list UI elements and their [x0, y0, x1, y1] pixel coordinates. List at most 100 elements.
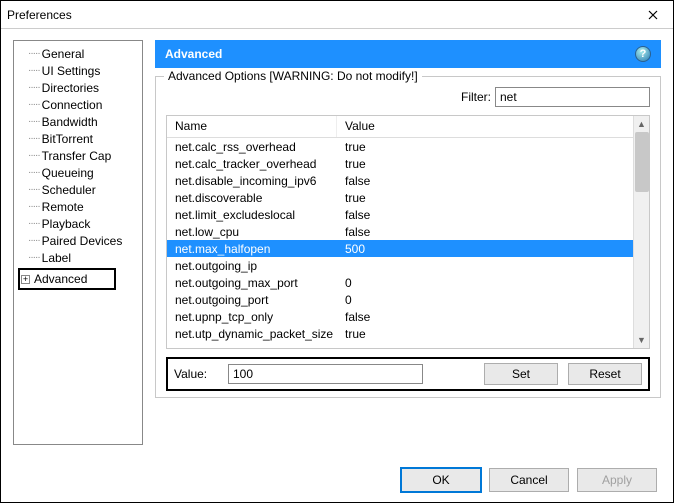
window-title: Preferences: [7, 8, 72, 22]
sidebar-item-paired-devices[interactable]: ·····Paired Devices: [16, 232, 140, 249]
cell-name: net.disable_incoming_ipv6: [167, 174, 337, 188]
set-button[interactable]: Set: [484, 363, 558, 385]
main-panel: Advanced ? Advanced Options [WARNING: Do…: [155, 40, 661, 398]
close-button[interactable]: [633, 1, 673, 29]
table-row[interactable]: net.calc_tracker_overheadtrue: [167, 155, 633, 172]
tree-dots-icon: ·····: [28, 252, 40, 263]
cell-value: false: [337, 208, 633, 222]
tree-dots-icon: ·····: [28, 201, 40, 212]
apply-button[interactable]: Apply: [577, 468, 657, 492]
sidebar-item-advanced[interactable]: + Advanced: [18, 268, 116, 290]
sidebar-item-connection[interactable]: ·····Connection: [16, 96, 140, 113]
sidebar-item-ui-settings[interactable]: ·····UI Settings: [16, 62, 140, 79]
sidebar-item-scheduler[interactable]: ·····Scheduler: [16, 181, 140, 198]
sidebar-item-directories[interactable]: ·····Directories: [16, 79, 140, 96]
table-row[interactable]: net.limit_excludeslocalfalse: [167, 206, 633, 223]
cell-value: true: [337, 191, 633, 205]
table-row[interactable]: net.max_halfopen500: [167, 240, 633, 257]
sidebar-item-label: Advanced: [34, 272, 87, 286]
group-title: Advanced Options [WARNING: Do not modify…: [164, 69, 422, 83]
filter-label: Filter:: [461, 90, 491, 104]
cell-value: false: [337, 310, 633, 324]
dialog-buttons: OK Cancel Apply: [401, 468, 657, 492]
value-label: Value:: [174, 367, 218, 381]
scroll-up-icon[interactable]: ▲: [634, 116, 649, 132]
options-table[interactable]: Name Value net.calc_rss_overheadtruenet.…: [166, 115, 650, 349]
sidebar-item-label: Scheduler: [42, 183, 96, 197]
category-tree[interactable]: ·····General·····UI Settings·····Directo…: [13, 40, 143, 445]
col-name[interactable]: Name: [167, 116, 337, 137]
cell-value: 0: [337, 293, 633, 307]
cell-value: true: [337, 157, 633, 171]
table-row[interactable]: net.disable_incoming_ipv6false: [167, 172, 633, 189]
sidebar-item-label: Directories: [42, 81, 99, 95]
sidebar-item-bandwidth[interactable]: ·····Bandwidth: [16, 113, 140, 130]
table-row[interactable]: net.outgoing_port0: [167, 291, 633, 308]
cell-name: net.max_halfopen: [167, 242, 337, 256]
cell-name: net.upnp_tcp_only: [167, 310, 337, 324]
cell-name: net.outgoing_max_port: [167, 276, 337, 290]
table-row[interactable]: net.outgoing_ip: [167, 257, 633, 274]
tree-dots-icon: ·····: [28, 167, 40, 178]
tree-dots-icon: ·····: [28, 48, 40, 59]
tree-dots-icon: ·····: [28, 99, 40, 110]
tree-dots-icon: ·····: [28, 65, 40, 76]
table-row[interactable]: net.utp_dynamic_packet_sizetrue: [167, 325, 633, 342]
col-value[interactable]: Value: [337, 116, 649, 137]
tree-dots-icon: ·····: [28, 133, 40, 144]
panel-header: Advanced ?: [155, 40, 661, 68]
table-row[interactable]: net.upnp_tcp_onlyfalse: [167, 308, 633, 325]
expand-icon[interactable]: +: [21, 275, 30, 284]
table-row[interactable]: net.discoverabletrue: [167, 189, 633, 206]
sidebar-item-general[interactable]: ·····General: [16, 45, 140, 62]
sidebar-item-playback[interactable]: ·····Playback: [16, 215, 140, 232]
cell-value: false: [337, 225, 633, 239]
table-body: net.calc_rss_overheadtruenet.calc_tracke…: [167, 138, 633, 348]
tree-dots-icon: ·····: [28, 82, 40, 93]
scroll-thumb[interactable]: [635, 132, 649, 192]
tree-dots-icon: ·····: [28, 218, 40, 229]
cell-value: false: [337, 174, 633, 188]
value-editor: Value: Set Reset: [166, 357, 650, 391]
scrollbar[interactable]: ▲ ▼: [633, 116, 649, 348]
sidebar-item-label: Connection: [42, 98, 103, 112]
table-row[interactable]: net.outgoing_max_port0: [167, 274, 633, 291]
sidebar-item-queueing[interactable]: ·····Queueing: [16, 164, 140, 181]
sidebar-item-bittorrent[interactable]: ·····BitTorrent: [16, 130, 140, 147]
sidebar-item-label: Bandwidth: [42, 115, 98, 129]
sidebar-item-label: Playback: [42, 217, 91, 231]
reset-button[interactable]: Reset: [568, 363, 642, 385]
sidebar-item-label: UI Settings: [42, 64, 101, 78]
table-row[interactable]: net.low_cpufalse: [167, 223, 633, 240]
sidebar-item-label: Queueing: [42, 166, 94, 180]
filter-input[interactable]: [495, 87, 650, 107]
cancel-button[interactable]: Cancel: [489, 468, 569, 492]
help-icon[interactable]: ?: [635, 46, 651, 62]
titlebar: Preferences: [1, 1, 673, 29]
panel-title: Advanced: [165, 47, 222, 61]
ok-button[interactable]: OK: [401, 468, 481, 492]
cell-name: net.outgoing_port: [167, 293, 337, 307]
sidebar-item-label[interactable]: ·····Label: [16, 249, 140, 266]
cell-value: true: [337, 327, 633, 341]
sidebar-item-transfer-cap[interactable]: ·····Transfer Cap: [16, 147, 140, 164]
cell-name: net.calc_tracker_overhead: [167, 157, 337, 171]
cell-name: net.outgoing_ip: [167, 259, 337, 273]
scroll-down-icon[interactable]: ▼: [634, 332, 649, 348]
cell-name: net.limit_excludeslocal: [167, 208, 337, 222]
table-header: Name Value: [167, 116, 649, 138]
sidebar-item-remote[interactable]: ·····Remote: [16, 198, 140, 215]
sidebar-item-label: Remote: [42, 200, 84, 214]
cell-value: 500: [337, 242, 633, 256]
table-row[interactable]: net.calc_rss_overheadtrue: [167, 138, 633, 155]
cell-name: net.utp_dynamic_packet_size: [167, 327, 337, 341]
tree-dots-icon: ·····: [28, 184, 40, 195]
tree-dots-icon: ·····: [28, 235, 40, 246]
filter-row: Filter:: [166, 87, 650, 107]
cell-value: true: [337, 140, 633, 154]
value-input[interactable]: [228, 364, 423, 384]
cell-name: net.calc_rss_overhead: [167, 140, 337, 154]
preferences-window: Preferences ·····General·····UI Settings…: [0, 0, 674, 503]
sidebar-item-label: Transfer Cap: [42, 149, 112, 163]
cell-value: 0: [337, 276, 633, 290]
